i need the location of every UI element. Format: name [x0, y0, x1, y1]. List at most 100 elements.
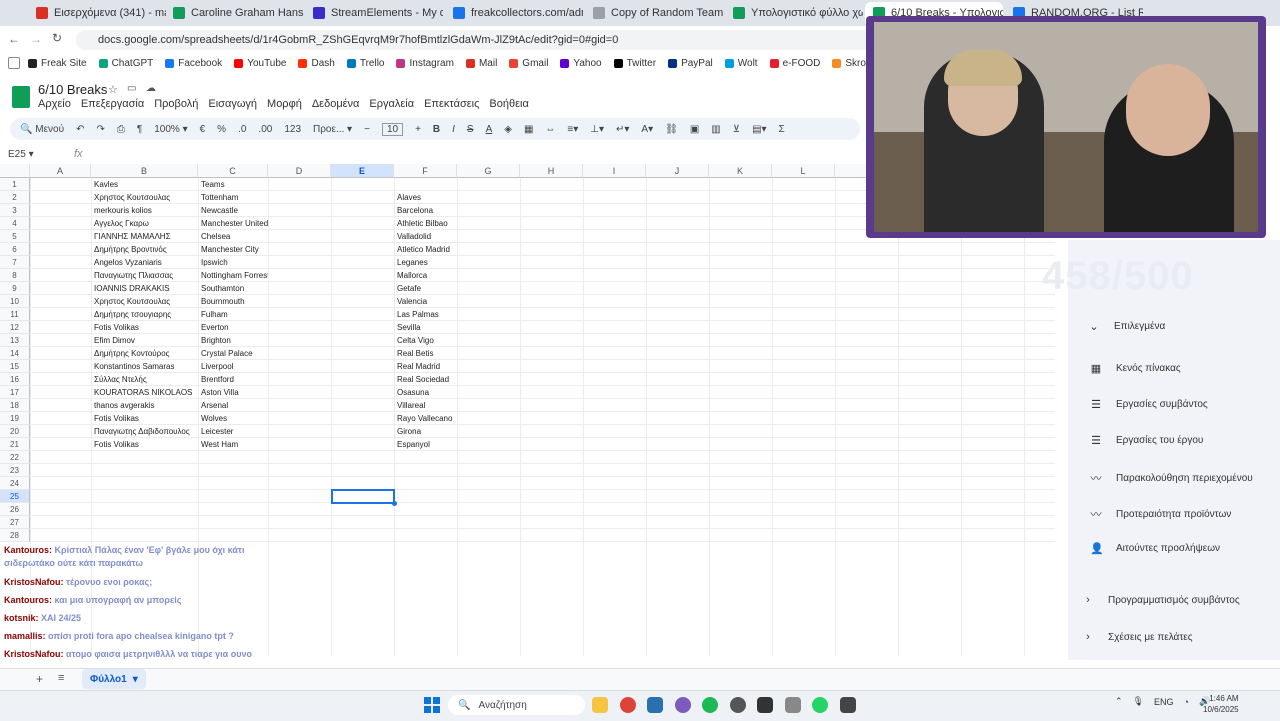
cell-player[interactable]: IOANNIS DRAKAKIS: [92, 282, 198, 295]
row-header[interactable]: 9: [0, 282, 30, 295]
bookmark-item[interactable]: ChatGPT: [98, 58, 153, 69]
cell-player[interactable]: Χρηστος Κουτσουλας: [92, 191, 198, 204]
chevron-up-icon[interactable]: ⌃: [1115, 696, 1123, 707]
merge-cells-icon[interactable]: ⇔: [545, 124, 555, 135]
font-size-field[interactable]: 10: [381, 122, 404, 136]
column-header[interactable]: A: [30, 164, 91, 178]
cell-team[interactable]: Bournmouth: [199, 295, 268, 308]
font-size-increase-icon[interactable]: +: [415, 124, 421, 135]
redo-icon[interactable]: ↷: [96, 124, 104, 135]
cell-laliga-team[interactable]: Getafe: [395, 282, 457, 295]
header-cell-teams[interactable]: Teams: [199, 178, 268, 191]
bookmark-item[interactable]: Facebook: [165, 58, 222, 69]
row-header[interactable]: 15: [0, 360, 30, 373]
cell-laliga-team[interactable]: Girona: [395, 425, 457, 438]
cloud-status-icon[interactable]: ☁: [146, 83, 156, 94]
taskbar-clock[interactable]: 1:46 AM 10/6/2025: [1203, 693, 1239, 715]
cell-player[interactable]: ΓΙΑΝΝΗΣ ΜΑΜΑΛΗΣ: [92, 230, 198, 243]
currency-format-button[interactable]: €: [200, 124, 206, 135]
sheets-logo-icon[interactable]: [12, 86, 30, 108]
valign-icon[interactable]: ⊥▾: [590, 124, 604, 135]
row-header[interactable]: 25: [0, 490, 30, 503]
cell-laliga-team[interactable]: Espanyol: [395, 438, 457, 451]
cell-team[interactable]: Liverpool: [199, 360, 268, 373]
menu-item[interactable]: Αρχείο: [38, 98, 71, 110]
cell-player[interactable]: merkouris kolios: [92, 204, 198, 217]
cell-player[interactable]: Δημήτρης τσουγιαρης: [92, 308, 198, 321]
chrome-icon[interactable]: [620, 697, 636, 713]
menu-item[interactable]: Προβολή: [154, 98, 198, 110]
undo-icon[interactable]: ↶: [76, 124, 84, 135]
row-header[interactable]: 16: [0, 373, 30, 386]
filter-views-icon[interactable]: ▤▾: [752, 124, 766, 135]
cell-laliga-team[interactable]: Sevilla: [395, 321, 457, 334]
row-header[interactable]: 22: [0, 451, 30, 464]
cell-laliga-team[interactable]: Osasuna: [395, 386, 457, 399]
row-header[interactable]: 14: [0, 347, 30, 360]
cell-team[interactable]: Wolves: [199, 412, 268, 425]
cell-player[interactable]: Δημήτρης Βροντινός: [92, 243, 198, 256]
header-cell-kavles[interactable]: Kavles: [92, 178, 198, 191]
template-item[interactable]: ☰ Εργασίες συμβάντος: [1090, 398, 1208, 411]
bookmark-item[interactable]: Twitter: [613, 58, 656, 69]
template-item[interactable]: ☰ Εργασίες του έργου: [1090, 434, 1203, 447]
cell-player[interactable]: Παναγιωτης Πλιασσας: [92, 269, 198, 282]
cell-player[interactable]: Δημήτρης Κοντούρος: [92, 347, 198, 360]
cell-team[interactable]: Southamton: [199, 282, 268, 295]
row-header[interactable]: 19: [0, 412, 30, 425]
percent-format-button[interactable]: %: [217, 124, 226, 135]
bookmark-item[interactable]: Freak Site: [28, 58, 87, 69]
cell-laliga-team[interactable]: Valladolid: [395, 230, 457, 243]
row-header[interactable]: 11: [0, 308, 30, 321]
column-header[interactable]: J: [646, 164, 709, 178]
cell-laliga-team[interactable]: Athletic Bilbao: [395, 217, 457, 230]
collapsed-section[interactable]: › Προγραμματισμός συμβάντος: [1082, 594, 1239, 606]
document-title[interactable]: 6/10 Breaks: [38, 82, 107, 97]
cell-team[interactable]: Manchester City: [199, 243, 268, 256]
cell-player[interactable]: Σύλλας Ντελής: [92, 373, 198, 386]
template-item[interactable]: 〰 Προτεραιότητα προϊόντων: [1090, 506, 1232, 522]
cell-team[interactable]: Nottingham Forrest: [199, 269, 268, 282]
column-header[interactable]: I: [583, 164, 646, 178]
column-header[interactable]: D: [268, 164, 331, 178]
row-header[interactable]: 21: [0, 438, 30, 451]
cell-player[interactable]: Fotis Volikas: [92, 321, 198, 334]
cell-laliga-team[interactable]: Atletico Madrid: [395, 243, 457, 256]
url-field[interactable]: docs.google.com/spreadsheets/d/1r4GobmR_…: [76, 30, 876, 50]
fill-handle[interactable]: [392, 501, 397, 506]
cell-team[interactable]: Tottenham: [199, 191, 268, 204]
row-header[interactable]: 5: [0, 230, 30, 243]
font-select[interactable]: Προε... ▾: [313, 124, 352, 135]
menu-item[interactable]: Επεξεργασία: [81, 98, 144, 110]
row-header[interactable]: 4: [0, 217, 30, 230]
link-icon[interactable]: ⛓: [665, 124, 678, 135]
font-size-decrease-icon[interactable]: −: [364, 124, 370, 135]
move-folder-icon[interactable]: ▭: [127, 83, 136, 94]
bookmark-item[interactable]: Gmail: [509, 58, 548, 69]
collapsed-section[interactable]: › Σχέσεις με πελάτες: [1082, 631, 1192, 643]
all-sheets-icon[interactable]: ≡: [58, 672, 64, 684]
menu-item[interactable]: Δεδομένα: [312, 98, 360, 110]
print-icon[interactable]: ⎙: [117, 124, 125, 135]
menu-item[interactable]: Βοήθεια: [489, 98, 528, 110]
microphone-icon[interactable]: 🎙: [1133, 696, 1144, 707]
text-color-icon[interactable]: A: [486, 124, 493, 135]
menus-search[interactable]: 🔍 Μενού: [20, 124, 64, 135]
row-header[interactable]: 18: [0, 399, 30, 412]
functions-icon[interactable]: Σ: [779, 124, 785, 135]
row-header[interactable]: 17: [0, 386, 30, 399]
column-header[interactable]: B: [91, 164, 198, 178]
menu-item[interactable]: Εργαλεία: [369, 98, 414, 110]
cell-player[interactable]: Χρηστος Κουτσουλας: [92, 295, 198, 308]
cell-laliga-team[interactable]: Barcelona: [395, 204, 457, 217]
cell-player[interactable]: Παναγιωτης Δαβιδοπουλος: [92, 425, 198, 438]
menu-item[interactable]: Εισαγωγή: [208, 98, 257, 110]
cell-team[interactable]: Brighton: [199, 334, 268, 347]
menu-item[interactable]: Μορφή: [267, 98, 302, 110]
chart-icon[interactable]: ▥: [711, 124, 720, 135]
cell-player[interactable]: KOURATORAS NIKOLAOS: [92, 386, 198, 399]
row-header[interactable]: 26: [0, 503, 30, 516]
cell-player[interactable]: Konstantinos Samaras: [92, 360, 198, 373]
section-featured[interactable]: ⌄ Επιλεγμένα: [1088, 320, 1165, 333]
column-header[interactable]: E: [331, 164, 394, 178]
